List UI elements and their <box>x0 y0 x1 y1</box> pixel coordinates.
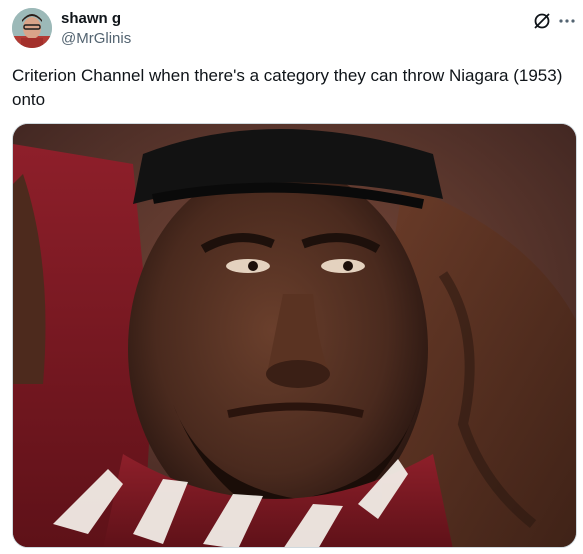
more-options-icon[interactable] <box>556 10 578 32</box>
avatar-image <box>12 8 52 48</box>
grok-icon[interactable] <box>531 10 553 32</box>
author-info: shawn g @MrGlinis <box>61 9 131 49</box>
photo-image <box>13 124 576 547</box>
tweet-card: shawn g @MrGlinis Criterion Channel when… <box>0 0 583 554</box>
avatar[interactable] <box>12 8 52 48</box>
tweet-text: Criterion Channel when there's a categor… <box>12 66 563 109</box>
tweet-media-photo[interactable] <box>12 123 577 548</box>
author-handle[interactable]: @MrGlinis <box>61 29 131 49</box>
author-display-name[interactable]: shawn g <box>61 9 131 29</box>
